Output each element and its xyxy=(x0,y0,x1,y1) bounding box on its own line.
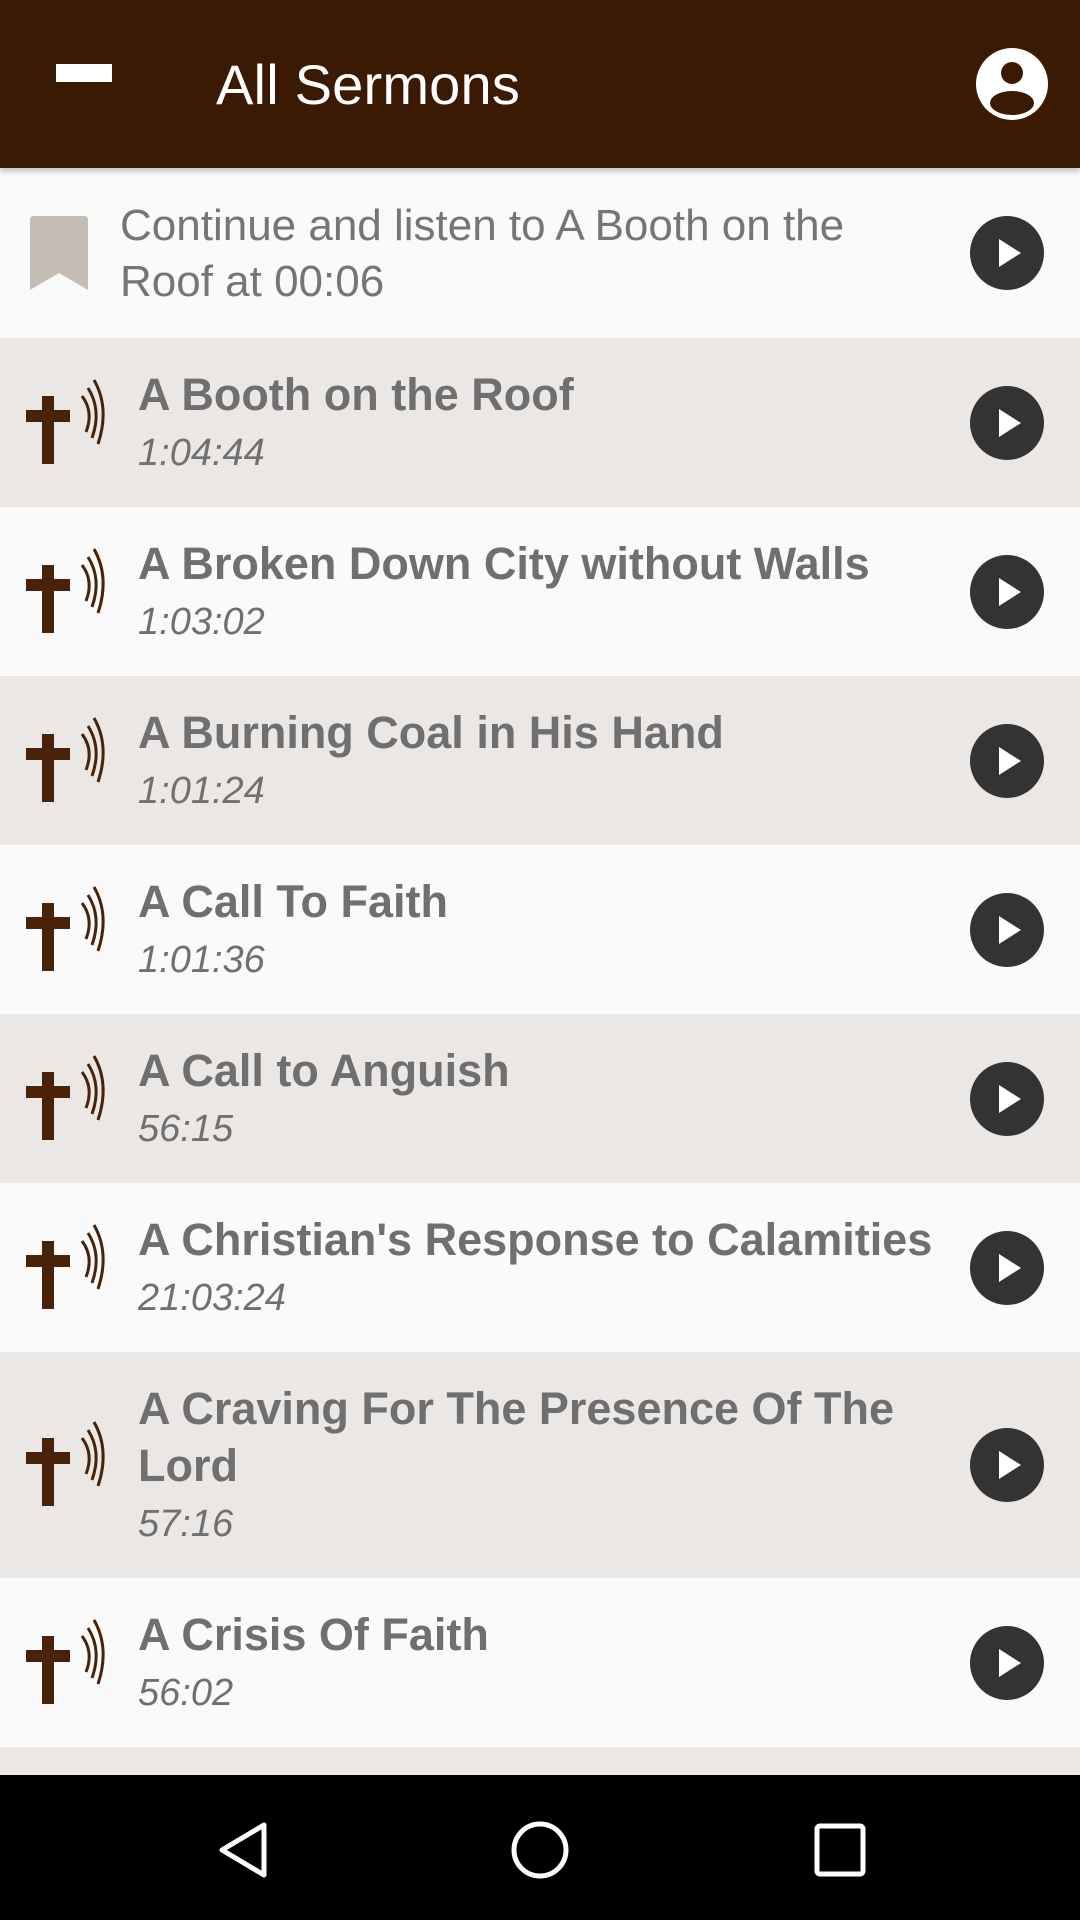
toolbar: All Sermons xyxy=(0,0,1080,168)
sermon-title: A Crisis Of Faith xyxy=(138,1609,489,1660)
play-button[interactable] xyxy=(970,1428,1044,1502)
cross-audio-icon xyxy=(26,717,105,802)
sermon-duration: 1:01:36 xyxy=(138,939,265,981)
play-icon xyxy=(999,916,1021,944)
back-button[interactable] xyxy=(182,1795,302,1903)
cross-audio-icon xyxy=(26,1224,105,1309)
sermon-row[interactable]: A Call To Faith 1:01:36 xyxy=(0,845,1080,1014)
play-icon xyxy=(999,747,1021,775)
back-triangle-icon xyxy=(219,1822,267,1878)
cross-audio-icon xyxy=(26,886,105,971)
sermon-row[interactable]: A Call to Anguish 56:15 xyxy=(0,1014,1080,1183)
recents-square-icon xyxy=(814,1823,866,1877)
sermon-title: A Call to Anguish xyxy=(138,1045,510,1096)
home-circle-icon xyxy=(511,1821,569,1879)
cross-audio-icon xyxy=(26,1619,105,1704)
sermon-duration: 1:04:44 xyxy=(138,432,265,474)
sermon-row[interactable]: A Broken Down City without Walls 1:03:02 xyxy=(0,507,1080,676)
play-button[interactable] xyxy=(970,555,1044,629)
play-button[interactable] xyxy=(970,1062,1044,1136)
cross-audio-icon xyxy=(26,379,105,464)
sermon-duration: 21:03:24 xyxy=(138,1277,286,1319)
sermon-title: A Christian's Response to Calamities xyxy=(138,1214,933,1265)
account-circle-icon xyxy=(976,48,1048,120)
sermon-list[interactable]: Continue and listen to A Booth on the Ro… xyxy=(0,168,1080,1787)
app-screen: All Sermons Continue and listen to A Boo… xyxy=(0,0,1080,1920)
sermon-row[interactable]: A Christian's Response to Calamities 21:… xyxy=(0,1183,1080,1352)
cross-audio-icon xyxy=(26,1421,105,1506)
sermon-row[interactable]: A Booth on the Roof 1:04:44 xyxy=(0,338,1080,507)
continue-listening-row[interactable]: Continue and listen to A Booth on the Ro… xyxy=(0,168,1080,338)
play-button[interactable] xyxy=(970,1231,1044,1305)
play-icon xyxy=(999,1649,1021,1677)
sermon-title: A Burning Coal in His Hand xyxy=(138,707,724,758)
account-button[interactable] xyxy=(974,46,1050,122)
sermon-title: A Craving For The Presence Of The Lord xyxy=(138,1383,895,1491)
sermon-duration: 57:16 xyxy=(138,1503,234,1545)
sermon-row[interactable]: A Crisis Of Faith 56:02 xyxy=(0,1578,1080,1747)
play-button[interactable] xyxy=(970,893,1044,967)
play-button[interactable] xyxy=(970,724,1044,798)
play-icon xyxy=(999,1085,1021,1113)
menu-button[interactable] xyxy=(40,46,128,122)
play-icon xyxy=(999,578,1021,606)
sermon-title: A Booth on the Roof xyxy=(138,369,574,420)
play-circle-icon xyxy=(999,239,1021,267)
play-button[interactable] xyxy=(970,386,1044,460)
sermon-row[interactable]: A Craving For The Presence Of The Lord 5… xyxy=(0,1352,1080,1578)
play-icon xyxy=(999,409,1021,437)
home-button[interactable] xyxy=(480,1795,600,1903)
play-icon xyxy=(999,1254,1021,1282)
sermon-duration: 56:15 xyxy=(138,1108,234,1150)
sermon-duration: 56:02 xyxy=(138,1672,234,1714)
sermon-duration: 1:03:02 xyxy=(138,601,265,643)
sermon-duration: 1:01:24 xyxy=(138,770,265,812)
cross-audio-icon xyxy=(26,548,105,633)
sermon-row[interactable]: A Burning Coal in His Hand 1:01:24 xyxy=(0,676,1080,845)
system-navigation-bar xyxy=(0,1775,1080,1920)
page-title: All Sermons xyxy=(216,53,521,116)
sermon-title: A Call To Faith xyxy=(138,876,448,927)
continue-listening-text: Continue and listen to A Booth on the Ro… xyxy=(120,201,845,306)
bookmark-icon xyxy=(30,216,88,290)
cross-audio-icon xyxy=(26,1055,105,1140)
recents-button[interactable] xyxy=(780,1795,900,1903)
sermon-title: A Broken Down City without Walls xyxy=(138,538,870,589)
play-icon xyxy=(999,1451,1021,1479)
hamburger-menu-icon xyxy=(56,64,112,104)
continue-play-button[interactable] xyxy=(970,216,1044,290)
play-button[interactable] xyxy=(970,1626,1044,1700)
